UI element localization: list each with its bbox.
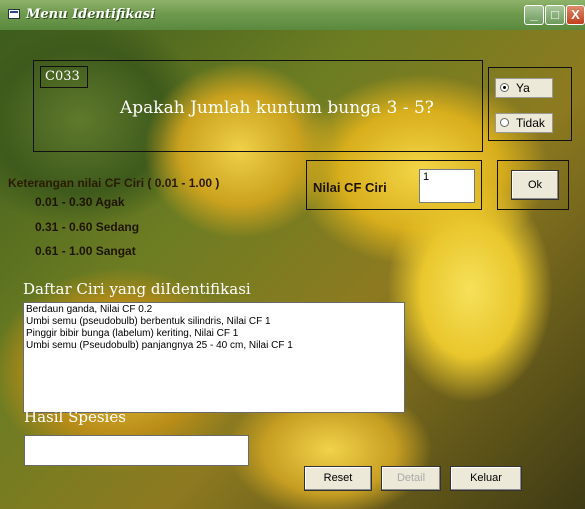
window-title: Menu Identifikasi — [26, 7, 156, 22]
list-item[interactable]: Umbi semu (Pseudobulb) panjangnya 25 - 4… — [26, 340, 402, 352]
cf-value-label: Nilai CF Ciri — [313, 180, 387, 195]
cf-legend-sangat: 0.61 - 1.00 Sangat — [35, 244, 136, 258]
cf-legend-agak: 0.01 - 0.30 Agak — [35, 195, 125, 209]
cf-legend-sedang: 0.31 - 0.60 Sedang — [35, 220, 140, 234]
question-code: C033 — [40, 66, 88, 88]
result-species-field[interactable] — [24, 435, 249, 466]
radio-ya-label: Ya — [516, 81, 530, 95]
keluar-button[interactable]: Keluar — [450, 466, 522, 491]
list-item[interactable]: Pinggir bibir bunga (labelum) keriting, … — [26, 328, 402, 340]
result-title: Hasil Spesies — [24, 408, 126, 426]
maximize-button[interactable]: □ — [545, 5, 565, 25]
minimize-button[interactable]: _ — [524, 5, 544, 25]
reset-button[interactable]: Reset — [304, 466, 372, 491]
identified-list[interactable]: Berdaun ganda, Nilai CF 0.2 Umbi semu (p… — [23, 302, 405, 413]
close-button[interactable]: X — [566, 5, 585, 25]
client-area: C033 Apakah Jumlah kuntum bunga 3 - 5? Y… — [0, 30, 585, 509]
radio-unselected-icon — [500, 118, 509, 127]
identified-list-title: Daftar Ciri yang diIdentifikasi — [23, 280, 251, 298]
app-window-icon — [8, 9, 20, 19]
radio-ya[interactable]: Ya — [495, 78, 553, 98]
title-bar[interactable]: Menu Identifikasi _ □ X — [0, 0, 585, 31]
ok-button[interactable]: Ok — [511, 170, 559, 200]
identification-window: Menu Identifikasi _ □ X C033 Apakah Juml… — [0, 0, 585, 509]
question-text: Apakah Jumlah kuntum bunga 3 - 5? — [120, 98, 434, 118]
list-item[interactable]: Umbi semu (pseudobulb) berbentuk silindr… — [26, 316, 402, 328]
detail-button[interactable]: Detail — [381, 466, 441, 491]
radio-selected-icon — [500, 83, 509, 92]
radio-tidak-label: Tidak — [516, 116, 545, 130]
radio-tidak[interactable]: Tidak — [495, 113, 553, 133]
cf-legend-title: Keterangan nilai CF Ciri ( 0.01 - 1.00 ) — [8, 176, 220, 190]
list-item[interactable]: Berdaun ganda, Nilai CF 0.2 — [26, 304, 402, 316]
cf-value-input[interactable]: 1 — [419, 169, 475, 203]
